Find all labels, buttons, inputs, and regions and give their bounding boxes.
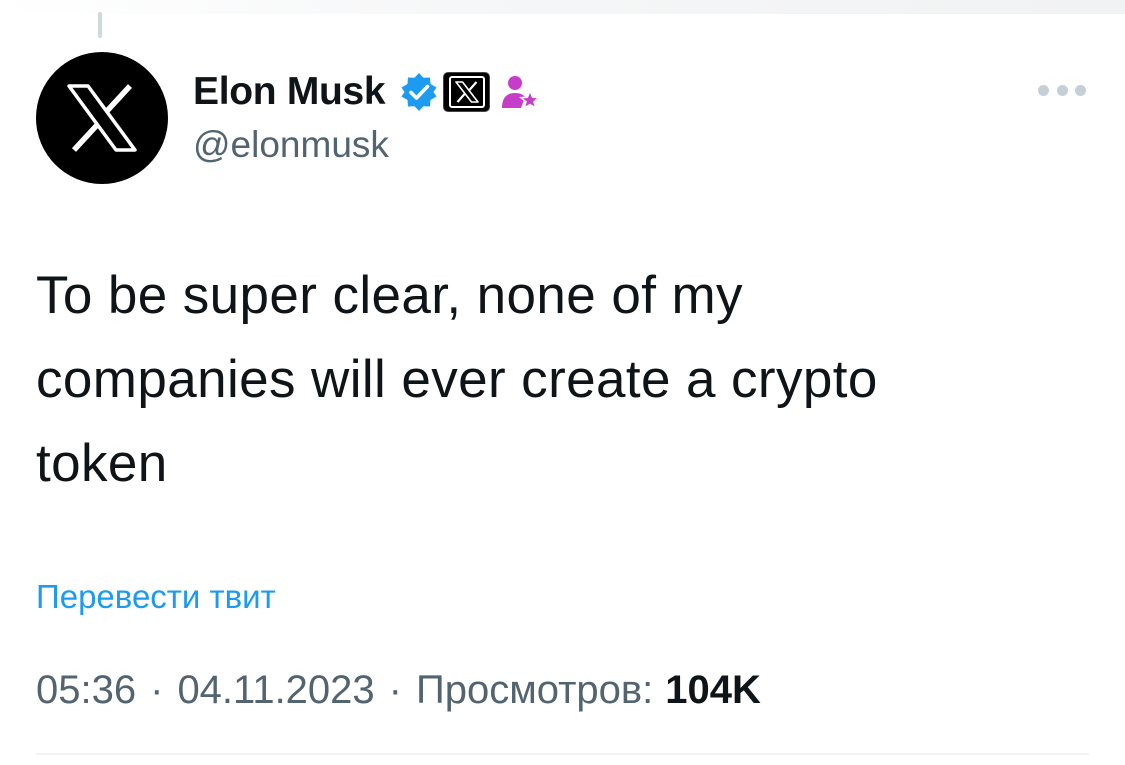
affiliate-frame xyxy=(448,76,485,108)
more-dot-icon xyxy=(1075,84,1086,96)
tweet-time[interactable]: 05:36 xyxy=(36,668,136,713)
avatar[interactable] xyxy=(36,52,168,184)
translate-tweet-link[interactable]: Перевести твит xyxy=(36,578,276,616)
top-fade xyxy=(0,0,1125,14)
tweet-text: To be super clear, none of my companies … xyxy=(36,266,878,493)
tweet-meta: 05:36 · 04.11.2023 · Просмотров: 104K xyxy=(36,662,761,718)
meta-separator: · xyxy=(388,667,402,712)
author-handle[interactable]: @elonmusk xyxy=(193,124,389,166)
more-dot-icon xyxy=(1056,84,1068,96)
views-label: Просмотров: xyxy=(416,667,654,712)
more-options-button[interactable] xyxy=(1038,78,1086,102)
divider xyxy=(36,753,1089,755)
x-affiliate-icon[interactable] xyxy=(443,72,491,112)
tweet-date[interactable]: 04.11.2023 xyxy=(177,668,374,713)
thread-connector-line xyxy=(98,12,102,38)
views-count[interactable]: 104K xyxy=(665,668,761,713)
verified-badge-icon xyxy=(401,73,437,111)
meta-separator: · xyxy=(150,667,164,712)
tweet-screen: Elon Musk @elonmusk To be super clear, n… xyxy=(0,0,1125,765)
x-mini-logo-icon xyxy=(455,81,479,103)
more-dot-icon xyxy=(1038,84,1049,96)
x-logo-icon xyxy=(67,84,137,152)
author-display-name[interactable]: Elon Musk xyxy=(193,70,386,114)
author-name-row: Elon Musk xyxy=(193,68,541,116)
government-user-icon xyxy=(502,76,541,110)
